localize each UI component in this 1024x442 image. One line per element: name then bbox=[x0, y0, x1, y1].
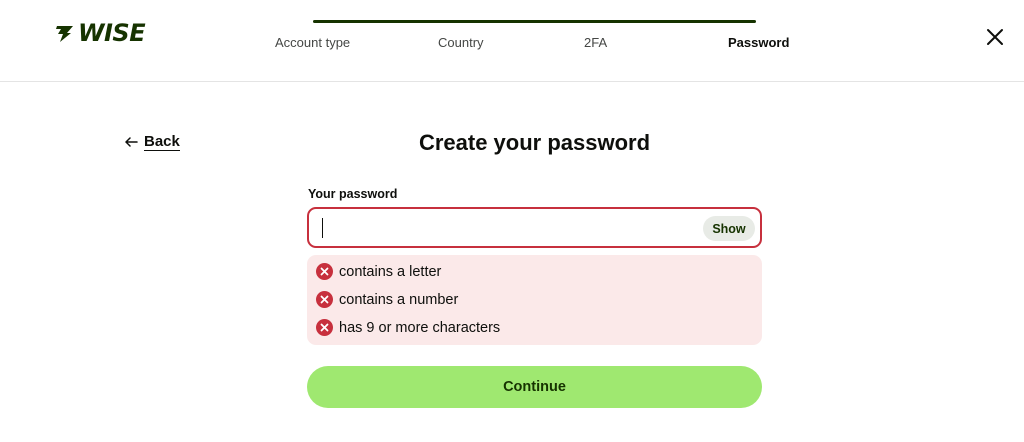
password-field[interactable]: Show bbox=[307, 207, 762, 248]
password-requirements: contains a letter contains a number has … bbox=[307, 255, 762, 345]
continue-button[interactable]: Continue bbox=[307, 366, 762, 408]
text-caret bbox=[322, 218, 323, 238]
error-x-icon bbox=[316, 291, 333, 308]
page-title: Create your password bbox=[418, 130, 651, 155]
show-password-button[interactable]: Show bbox=[703, 216, 755, 241]
error-x-icon bbox=[316, 319, 333, 336]
requirement-item: contains a letter bbox=[316, 263, 441, 280]
requirement-text: contains a letter bbox=[339, 263, 442, 280]
top-bar: WISE Account type Country 2FA Password bbox=[0, 0, 1024, 82]
requirement-text: contains a number bbox=[339, 291, 459, 308]
error-x-icon bbox=[316, 263, 333, 280]
wise-logo[interactable]: WISE bbox=[53, 19, 146, 47]
requirement-item: contains a number bbox=[316, 291, 458, 308]
step-account-type: Account type bbox=[275, 35, 351, 50]
password-label: Your password bbox=[308, 187, 398, 201]
step-country: Country bbox=[438, 35, 484, 50]
step-password: Password bbox=[728, 35, 790, 50]
progress-bar bbox=[313, 20, 756, 23]
requirement-item: has 9 or more characters bbox=[316, 319, 500, 336]
step-2fa: 2FA bbox=[584, 35, 608, 50]
password-input[interactable] bbox=[321, 215, 691, 241]
wise-flag-icon bbox=[56, 26, 73, 42]
close-icon[interactable] bbox=[984, 26, 1006, 48]
logo-text: WISE bbox=[78, 19, 146, 47]
requirement-text: has 9 or more characters bbox=[339, 319, 501, 336]
